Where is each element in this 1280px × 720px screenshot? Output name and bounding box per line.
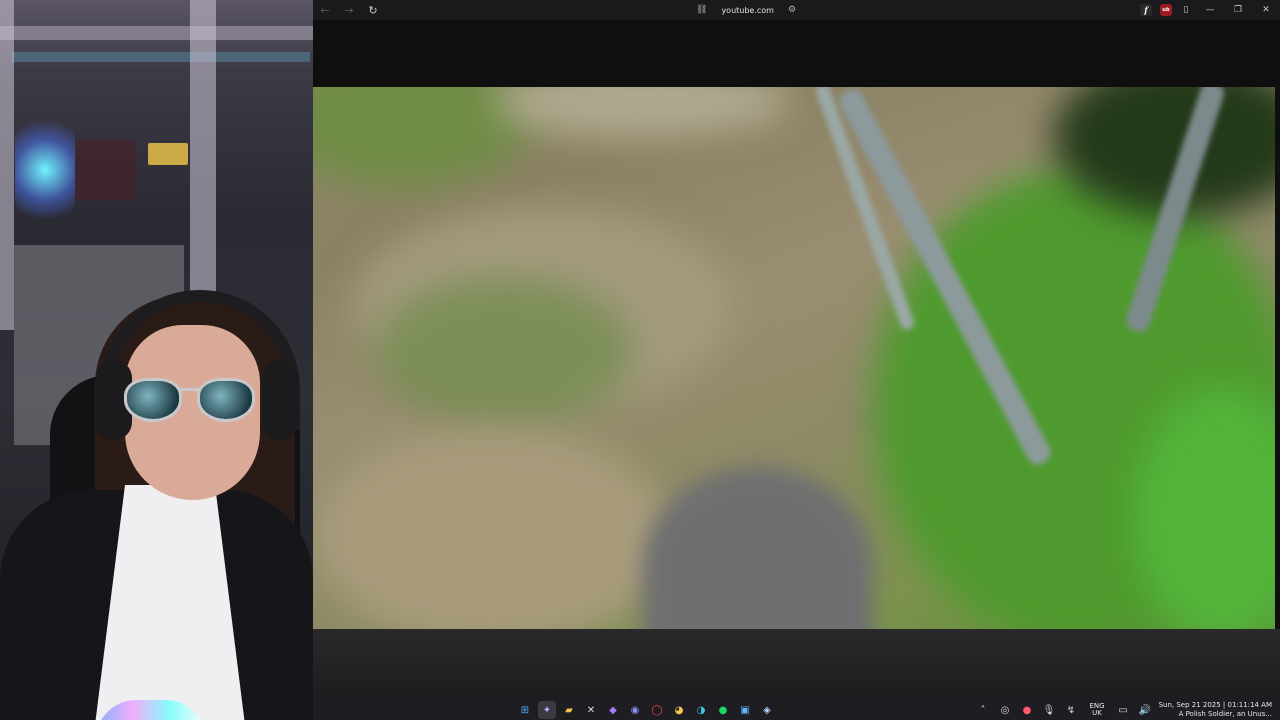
chevron-up-icon[interactable]: ˄: [972, 700, 994, 720]
app-selected-icon[interactable]: ✦: [538, 701, 556, 719]
browser-toolbar: ← → ↻ ⛓ youtube.com ⚙ f ub ▯ — ❐ ✕: [313, 0, 1280, 20]
sunglasses: [122, 378, 257, 426]
edge-icon[interactable]: ◑: [692, 701, 710, 719]
toolbar-right: f ub ▯ — ❐ ✕: [1136, 0, 1280, 20]
site-info-icon[interactable]: ⛓: [696, 5, 707, 15]
video-ground: [313, 427, 673, 629]
xbox-icon[interactable]: ✕: [582, 701, 600, 719]
opera-gx-icon[interactable]: ◯: [648, 701, 666, 719]
window-mullion: [0, 0, 14, 330]
now-playing: A Polish Soldier, an Unus...: [1178, 710, 1272, 718]
video-wall: [493, 87, 793, 137]
taskbar-apps: ⊞ ✦ ▰ ✕ ◆ ◉ ◯ ◕ ◑ ● ▣ ◈: [516, 700, 776, 720]
screen: ← → ↻ ⛓ youtube.com ⚙ f ub ▯ — ❐ ✕ ⊞ ✦ ▰…: [0, 0, 1280, 720]
ublock-icon: ub: [1160, 4, 1172, 16]
volume-icon[interactable]: 🔊: [1134, 700, 1156, 720]
minimize-button[interactable]: —: [1196, 0, 1224, 20]
sidebar-icon: ▯: [1183, 5, 1189, 15]
window-frame-top: [0, 26, 313, 40]
discord-icon[interactable]: ◉: [626, 701, 644, 719]
clock[interactable]: Sun, Sep 21 2025 | 01:11:14 AM A Polish …: [1156, 701, 1280, 719]
language-indicator[interactable]: ENG UK: [1082, 703, 1112, 717]
extension-f-icon: f: [1140, 4, 1152, 16]
background-screen: [76, 140, 136, 200]
tray-arrow-icon[interactable]: ↯: [1060, 700, 1082, 720]
browser-window: ← → ↻ ⛓ youtube.com ⚙ f ub ▯ — ❐ ✕: [313, 0, 1280, 700]
video-player[interactable]: [313, 87, 1275, 629]
network-icon[interactable]: ▭: [1112, 700, 1134, 720]
led-glow: [15, 110, 75, 230]
windows-start-icon[interactable]: ⊞: [516, 701, 534, 719]
lamp-light: [148, 143, 188, 165]
close-button[interactable]: ✕: [1252, 0, 1280, 20]
sunglasses-lens: [197, 378, 255, 422]
system-tray: ˄ ◎ ● 🎙 ↯ ENG UK ▭ 🔊 Sun, Sep 21 2025 | …: [972, 700, 1280, 720]
extension-f-button[interactable]: f: [1136, 0, 1156, 20]
image-app-icon[interactable]: ▣: [736, 701, 754, 719]
firefox-icon[interactable]: ◆: [604, 701, 622, 719]
settings-sliders-icon[interactable]: ⚙: [788, 5, 796, 15]
maximize-button[interactable]: ❐: [1224, 0, 1252, 20]
sidebar-toggle-button[interactable]: ▯: [1176, 0, 1196, 20]
microphone-icon[interactable]: 🎙: [1038, 700, 1060, 720]
tray-app-icon[interactable]: ◎: [994, 700, 1016, 720]
chrome-icon[interactable]: ◕: [670, 701, 688, 719]
headphone-earcup: [262, 360, 298, 440]
forward-button[interactable]: →: [337, 0, 361, 20]
clock-datetime: Sun, Sep 21 2025 | 01:11:14 AM: [1158, 701, 1272, 709]
file-explorer-icon[interactable]: ▰: [560, 701, 578, 719]
webcam-overlay: [0, 0, 313, 720]
taskbar: ⊞ ✦ ▰ ✕ ◆ ◉ ◯ ◕ ◑ ● ▣ ◈ ˄ ◎ ● 🎙 ↯ ENG UK…: [313, 700, 1280, 720]
language-region: UK: [1092, 709, 1102, 717]
steam-icon[interactable]: ◈: [758, 701, 776, 719]
video-stone-path: [643, 467, 873, 629]
address-bar[interactable]: ⛓ youtube.com ⚙: [696, 0, 796, 20]
window-mullion: [190, 0, 216, 330]
back-button[interactable]: ←: [313, 0, 337, 20]
video-plants: [373, 277, 633, 427]
reload-button[interactable]: ↻: [361, 0, 385, 20]
window-light: [12, 52, 310, 62]
sunglasses-lens: [124, 378, 182, 422]
ublock-button[interactable]: ub: [1156, 0, 1176, 20]
spotify-icon[interactable]: ●: [714, 701, 732, 719]
player-bottom-area: [313, 629, 1280, 700]
url-text[interactable]: youtube.com: [721, 6, 774, 15]
tray-record-icon[interactable]: ●: [1016, 700, 1038, 720]
